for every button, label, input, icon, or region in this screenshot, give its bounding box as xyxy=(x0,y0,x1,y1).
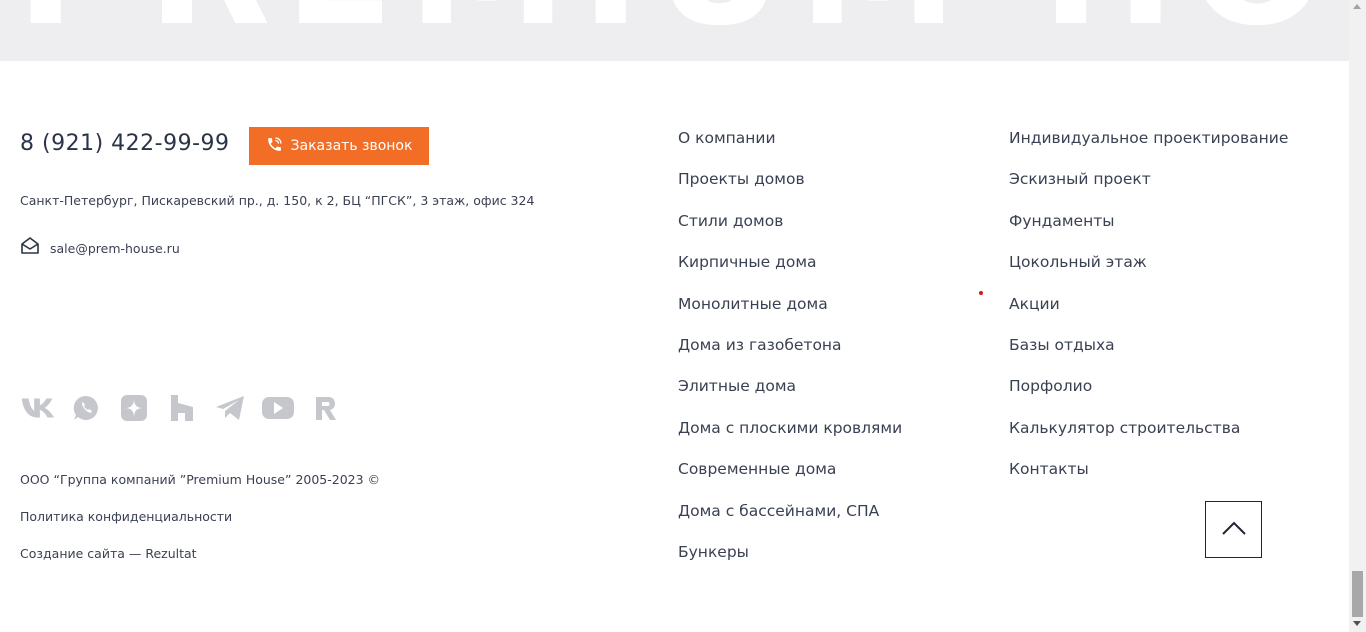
banner-watermark-text: PREMIUM HOUSE xyxy=(16,0,1349,48)
footer-menu-primary: О компании Проекты домов Стили домов Кир… xyxy=(678,128,902,583)
menu-item-about[interactable]: О компании xyxy=(678,129,776,147)
menu-item-bunkers[interactable]: Бункеры xyxy=(678,543,749,561)
zen-icon[interactable] xyxy=(116,394,152,422)
order-call-button[interactable]: Заказать звонок xyxy=(249,127,429,165)
red-dot-marker xyxy=(979,291,983,295)
menu-item-construction-calculator[interactable]: Калькулятор строительства xyxy=(1009,419,1240,437)
chevron-up-icon xyxy=(1221,520,1247,539)
phone-link[interactable]: 8 (921) 422-99-99 xyxy=(20,131,230,156)
menu-item-house-styles[interactable]: Стили домов xyxy=(678,212,783,230)
menu-item-portfolio[interactable]: Порфолио xyxy=(1009,377,1092,395)
menu-item-recreation-bases[interactable]: Базы отдыха xyxy=(1009,336,1115,354)
menu-item-aerated-concrete[interactable]: Дома из газобетона xyxy=(678,336,842,354)
menu-item-promotions[interactable]: Акции xyxy=(1009,295,1060,313)
youtube-icon[interactable] xyxy=(260,394,296,422)
telegram-icon[interactable] xyxy=(212,394,248,422)
menu-item-monolithic-houses[interactable]: Монолитные дома xyxy=(678,295,828,313)
menu-item-sketch-project[interactable]: Эскизный проект xyxy=(1009,170,1151,188)
hero-banner: PREMIUM HOUSE xyxy=(0,0,1349,61)
privacy-policy-link[interactable]: Политика конфиденциальности xyxy=(20,509,232,524)
phone-call-icon xyxy=(266,136,283,157)
menu-item-foundations[interactable]: Фундаменты xyxy=(1009,212,1115,230)
scroll-to-top-button[interactable] xyxy=(1205,501,1262,558)
copyright-text: ООО “Группа компаний ”Premium House” 200… xyxy=(20,472,381,487)
rutube-icon[interactable] xyxy=(308,394,344,422)
email-row: sale@prem-house.ru xyxy=(20,236,180,260)
menu-item-pools-spa[interactable]: Дома с бассейнами, СПА xyxy=(678,502,879,520)
whatsapp-icon[interactable] xyxy=(68,394,104,422)
menu-item-brick-houses[interactable]: Кирпичные дома xyxy=(678,253,817,271)
email-link[interactable]: sale@prem-house.ru xyxy=(50,241,180,256)
footer-menu-secondary: Индивидуальное проектирование Эскизный п… xyxy=(1009,128,1288,501)
menu-item-contacts[interactable]: Контакты xyxy=(1009,460,1089,478)
scrollbar-thumb[interactable] xyxy=(1352,571,1363,617)
order-call-label: Заказать звонок xyxy=(290,138,413,154)
envelope-icon xyxy=(20,236,40,260)
menu-item-modern-houses[interactable]: Современные дома xyxy=(678,460,836,478)
page-scrollbar[interactable] xyxy=(1349,0,1366,632)
houzz-icon[interactable] xyxy=(164,394,200,422)
scroll-down-arrow-icon[interactable] xyxy=(1353,621,1361,626)
creator-prefix: Создание сайта — xyxy=(20,546,146,561)
social-links xyxy=(20,394,356,422)
menu-item-elite-houses[interactable]: Элитные дома xyxy=(678,377,796,395)
menu-item-basement[interactable]: Цокольный этаж xyxy=(1009,253,1147,271)
menu-item-house-projects[interactable]: Проекты домов xyxy=(678,170,805,188)
office-address: Санкт-Петербург, Пискаревский пр., д. 15… xyxy=(20,193,535,208)
scroll-up-arrow-icon[interactable] xyxy=(1353,4,1361,9)
vk-icon[interactable] xyxy=(20,394,56,422)
menu-item-individual-design[interactable]: Индивидуальное проектирование xyxy=(1009,129,1288,147)
menu-item-flat-roofs[interactable]: Дома с плоскими кровлями xyxy=(678,419,902,437)
creator-link[interactable]: Rezultat xyxy=(145,546,196,561)
site-creator: Создание сайта — Rezultat xyxy=(20,546,197,561)
